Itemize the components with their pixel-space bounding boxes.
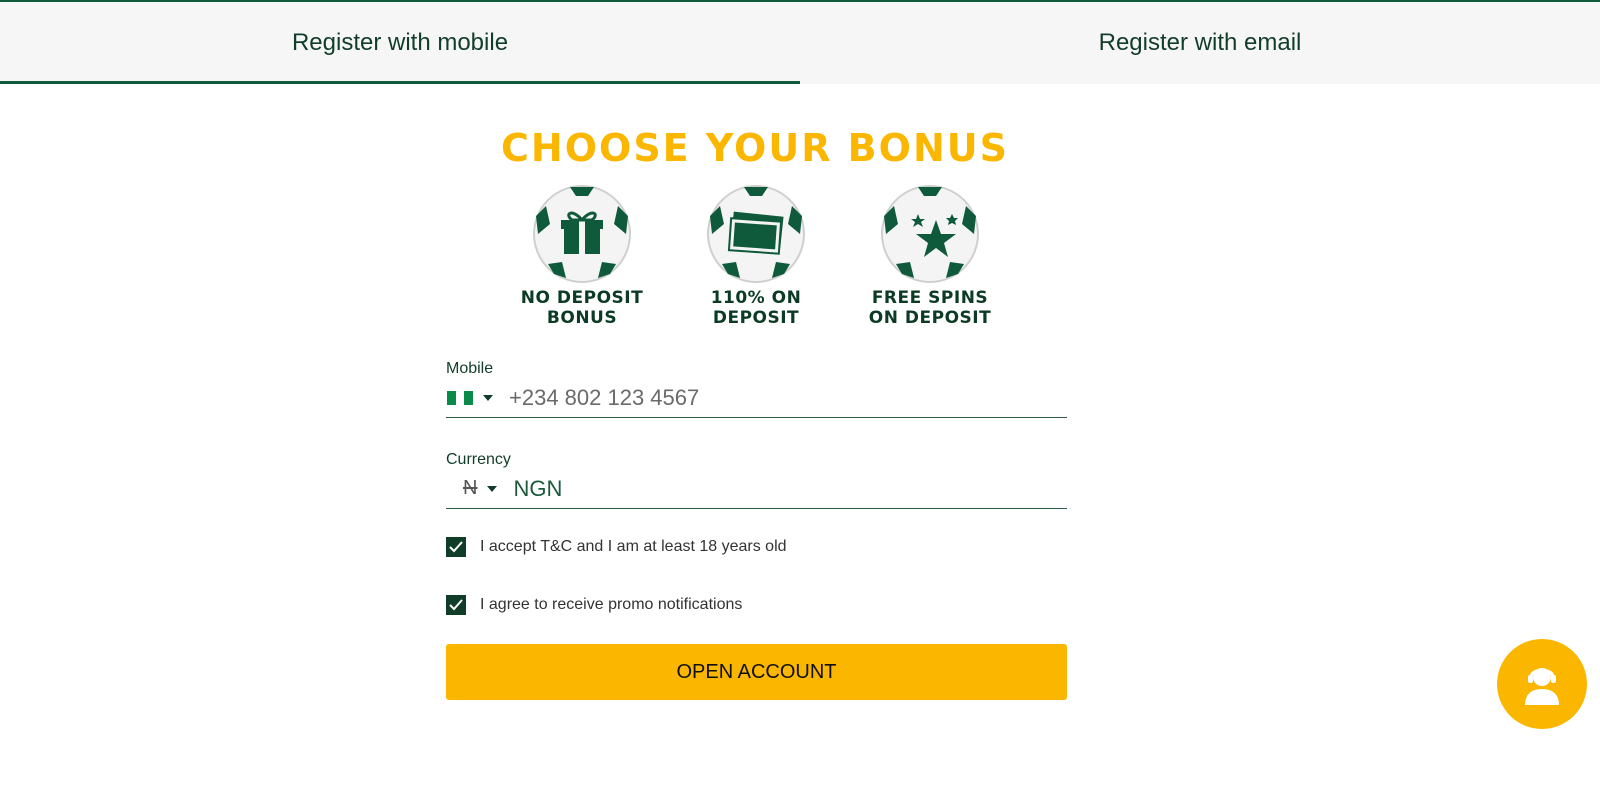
support-chat-button[interactable] xyxy=(1497,639,1587,729)
promo-notifications-label: I agree to receive promo notifications xyxy=(480,596,743,613)
naira-symbol-icon: N xyxy=(463,477,478,499)
soccer-ball-banknotes-icon xyxy=(707,185,805,283)
mobile-field: Mobile xyxy=(446,360,1067,418)
support-agent-icon xyxy=(1525,668,1559,705)
bonus-option-no-deposit[interactable]: NO DEPOSIT BONUS xyxy=(502,184,662,328)
checkmark-icon xyxy=(449,599,463,611)
tab-register-email[interactable]: Register with email xyxy=(800,2,1600,84)
mobile-label: Mobile xyxy=(446,360,494,377)
mobile-input[interactable] xyxy=(509,384,1029,411)
bonus-label-deposit-percent: 110% ON DEPOSIT xyxy=(710,288,802,328)
tab-register-mobile[interactable]: Register with mobile xyxy=(0,2,800,84)
choose-bonus-title: CHOOSE YOUR BONUS xyxy=(501,126,1009,170)
terms-label: I accept T&C and I am at least 18 years … xyxy=(480,538,787,555)
terms-checkbox-row[interactable]: I accept T&C and I am at least 18 years … xyxy=(446,537,787,557)
bonus-option-free-spins[interactable]: FREE SPINS ON DEPOSIT xyxy=(850,184,1010,328)
bonus-label-no-deposit: NO DEPOSIT BONUS xyxy=(520,288,644,328)
soccer-ball-gift-icon xyxy=(533,185,631,283)
soccer-ball-stars-icon xyxy=(881,185,979,283)
bonus-label-free-spins: FREE SPINS ON DEPOSIT xyxy=(868,288,992,328)
nigeria-flag-icon[interactable] xyxy=(447,390,474,405)
promo-checkbox-row[interactable]: I agree to receive promo notifications xyxy=(446,595,742,615)
open-account-button[interactable]: OPEN ACCOUNT xyxy=(446,644,1067,700)
checkmark-icon xyxy=(449,541,463,553)
promo-notifications-checkbox[interactable] xyxy=(446,595,466,615)
registration-tabs: Register with mobile Register with email xyxy=(0,0,1600,84)
terms-checkbox[interactable] xyxy=(446,537,466,557)
country-dropdown-icon[interactable] xyxy=(483,394,493,401)
currency-dropdown-icon[interactable] xyxy=(487,485,498,492)
currency-field: Currency N NGN xyxy=(446,451,1067,509)
bonus-option-deposit-percent[interactable]: 110% ON DEPOSIT xyxy=(676,184,836,328)
currency-label: Currency xyxy=(446,451,511,468)
currency-value: NGN xyxy=(513,475,563,501)
mobile-input-row xyxy=(446,378,1067,418)
currency-select-row[interactable]: N NGN xyxy=(446,469,1067,509)
